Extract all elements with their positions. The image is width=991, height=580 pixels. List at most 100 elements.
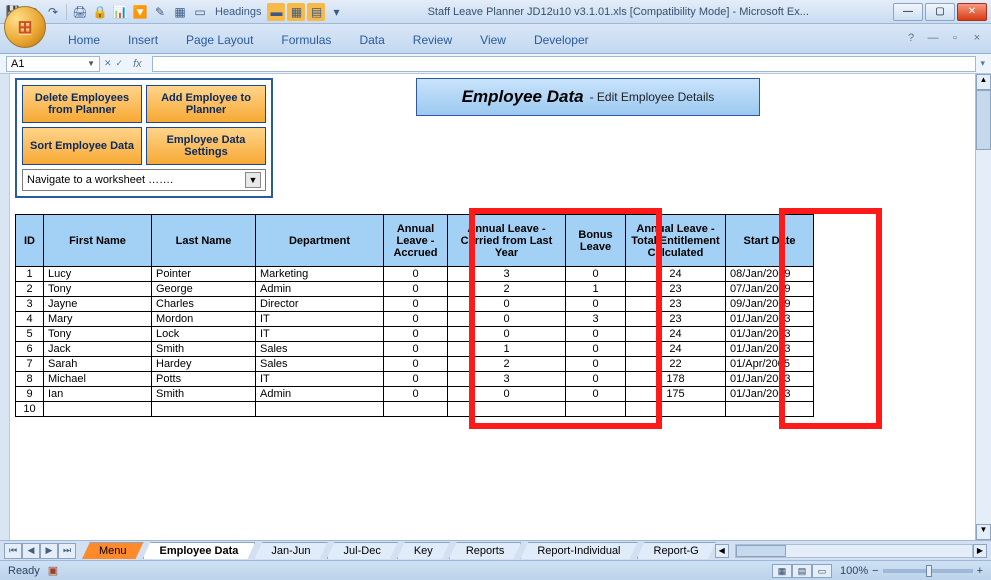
cell-total[interactable]: 23	[626, 312, 726, 327]
cell-last[interactable]: Charles	[152, 297, 256, 312]
zoom-slider[interactable]	[883, 569, 973, 573]
cell-last[interactable]: Hardey	[152, 357, 256, 372]
cell-first[interactable]: Tony	[44, 327, 152, 342]
cell-start[interactable]: 08/Jan/2009	[726, 267, 814, 282]
cell-id[interactable]: 3	[16, 297, 44, 312]
sheet-tab-employee-data[interactable]: Employee Data	[143, 542, 256, 559]
cell-carried[interactable]: 2	[448, 357, 566, 372]
ribbon-tab-formulas[interactable]: Formulas	[267, 28, 345, 53]
cell-bonus[interactable]: 1	[566, 282, 626, 297]
delete-employees-button[interactable]: Delete Employees from Planner	[22, 85, 142, 123]
ribbon-tab-home[interactable]: Home	[54, 28, 114, 53]
cell-last[interactable]	[152, 402, 256, 417]
cell-dept[interactable]: IT	[256, 327, 384, 342]
table-row[interactable]: 2TonyGeorgeAdmin0212307/Jan/2009	[16, 282, 814, 297]
cell-last[interactable]: George	[152, 282, 256, 297]
cell-id[interactable]: 6	[16, 342, 44, 357]
cell-start[interactable]: 01/Jan/2003	[726, 327, 814, 342]
ribbon-tab-view[interactable]: View	[466, 28, 520, 53]
cell-accrued[interactable]	[384, 402, 448, 417]
cell-first[interactable]	[44, 402, 152, 417]
cell-id[interactable]: 5	[16, 327, 44, 342]
formula-input[interactable]	[152, 56, 977, 72]
formula-bar-expand-icon[interactable]: ▾	[980, 58, 985, 69]
zoom-control[interactable]: 100% − +	[840, 565, 983, 577]
cell-bonus[interactable]: 0	[566, 357, 626, 372]
cell-id[interactable]: 2	[16, 282, 44, 297]
fx-confirm-icon[interactable]: ✓	[116, 58, 124, 69]
cell-accrued[interactable]: 0	[384, 387, 448, 402]
headings-checkbox-label[interactable]: Headings	[211, 6, 265, 18]
table-row[interactable]: 8MichaelPottsIT03017801/Jan/2003	[16, 372, 814, 387]
cell-carried[interactable]: 0	[448, 387, 566, 402]
ribbon-restore-icon[interactable]: ▫	[947, 30, 963, 46]
cell-last[interactable]: Smith	[152, 387, 256, 402]
table-row[interactable]: 5TonyLockIT0002401/Jan/2003	[16, 327, 814, 342]
cell-dept[interactable]: Marketing	[256, 267, 384, 282]
cell-bonus[interactable]: 3	[566, 312, 626, 327]
cell-first[interactable]: Ian	[44, 387, 152, 402]
add-employee-button[interactable]: Add Employee to Planner	[146, 85, 266, 123]
cell-id[interactable]: 1	[16, 267, 44, 282]
sort-employee-button[interactable]: Sort Employee Data	[22, 127, 142, 165]
cell-id[interactable]: 10	[16, 402, 44, 417]
sheet-tab-reports[interactable]: Reports	[449, 542, 522, 559]
cell-accrued[interactable]: 0	[384, 372, 448, 387]
cell-last[interactable]: Lock	[152, 327, 256, 342]
scroll-down-icon[interactable]: ▼	[976, 524, 991, 540]
tab-prev-icon[interactable]: ◀	[22, 543, 40, 559]
zoom-in-icon[interactable]: +	[977, 565, 983, 577]
cell-start[interactable]: 01/Apr/2005	[726, 357, 814, 372]
cell-total[interactable]: 23	[626, 297, 726, 312]
cell-start[interactable]: 01/Jan/2003	[726, 372, 814, 387]
cell-start[interactable]: 09/Jan/2009	[726, 297, 814, 312]
cell-accrued[interactable]: 0	[384, 282, 448, 297]
col-first-name[interactable]: First Name	[44, 215, 152, 267]
col-last-name[interactable]: Last Name	[152, 215, 256, 267]
close-button[interactable]: ✕	[957, 3, 987, 21]
cell-first[interactable]: Lucy	[44, 267, 152, 282]
ribbon-tab-review[interactable]: Review	[399, 28, 466, 53]
view-1-icon[interactable]: ▬	[267, 3, 285, 21]
cell-total[interactable]: 24	[626, 267, 726, 282]
minimize-button[interactable]: —	[893, 3, 923, 21]
vscroll-track[interactable]	[976, 90, 991, 524]
hscroll-thumb[interactable]	[736, 545, 786, 557]
cell-bonus[interactable]: 0	[566, 387, 626, 402]
cell-accrued[interactable]: 0	[384, 327, 448, 342]
cell-bonus[interactable]: 0	[566, 372, 626, 387]
hscroll-right-icon[interactable]: ▶	[973, 544, 987, 558]
table-row[interactable]: 3JayneCharlesDirector0002309/Jan/2009	[16, 297, 814, 312]
cell-bonus[interactable]: 0	[566, 327, 626, 342]
cell-dept[interactable]: IT	[256, 312, 384, 327]
cell-dept[interactable]: Sales	[256, 342, 384, 357]
table-row[interactable]: 9IanSmithAdmin00017501/Jan/2003	[16, 387, 814, 402]
ribbon-help-icon[interactable]: ?	[903, 30, 919, 46]
hscroll-track[interactable]	[735, 544, 973, 558]
cell-first[interactable]: Michael	[44, 372, 152, 387]
cell-dept[interactable]: Admin	[256, 387, 384, 402]
scroll-up-icon[interactable]: ▲	[976, 74, 991, 90]
cell-first[interactable]: Jack	[44, 342, 152, 357]
cell-bonus[interactable]: 0	[566, 297, 626, 312]
sheet-tab-report-individual[interactable]: Report-Individual	[520, 542, 637, 559]
cell-dept[interactable]: Sales	[256, 357, 384, 372]
cell-accrued[interactable]: 0	[384, 267, 448, 282]
lock-icon[interactable]: 🔒	[91, 3, 109, 21]
cell-id[interactable]: 9	[16, 387, 44, 402]
ribbon-tab-page-layout[interactable]: Page Layout	[172, 28, 267, 53]
worksheet[interactable]: Delete Employees from Planner Add Employ…	[10, 74, 991, 540]
employee-settings-button[interactable]: Employee Data Settings	[146, 127, 266, 165]
cell-dept[interactable]: Director	[256, 297, 384, 312]
table-row[interactable]: 1LucyPointerMarketing0302408/Jan/2009	[16, 267, 814, 282]
cell-accrued[interactable]: 0	[384, 297, 448, 312]
cell-last[interactable]: Mordon	[152, 312, 256, 327]
maximize-button[interactable]: ▢	[925, 3, 955, 21]
sheet-tab-jan-jun[interactable]: Jan-Jun	[254, 542, 327, 559]
cell-carried[interactable]: 0	[448, 327, 566, 342]
view-normal-icon[interactable]: ▦	[772, 564, 792, 578]
cell-carried[interactable]: 0	[448, 312, 566, 327]
sort-icon[interactable]: 🔽	[131, 3, 149, 21]
cell-total[interactable]: 22	[626, 357, 726, 372]
view-page-layout-icon[interactable]: ▤	[792, 564, 812, 578]
